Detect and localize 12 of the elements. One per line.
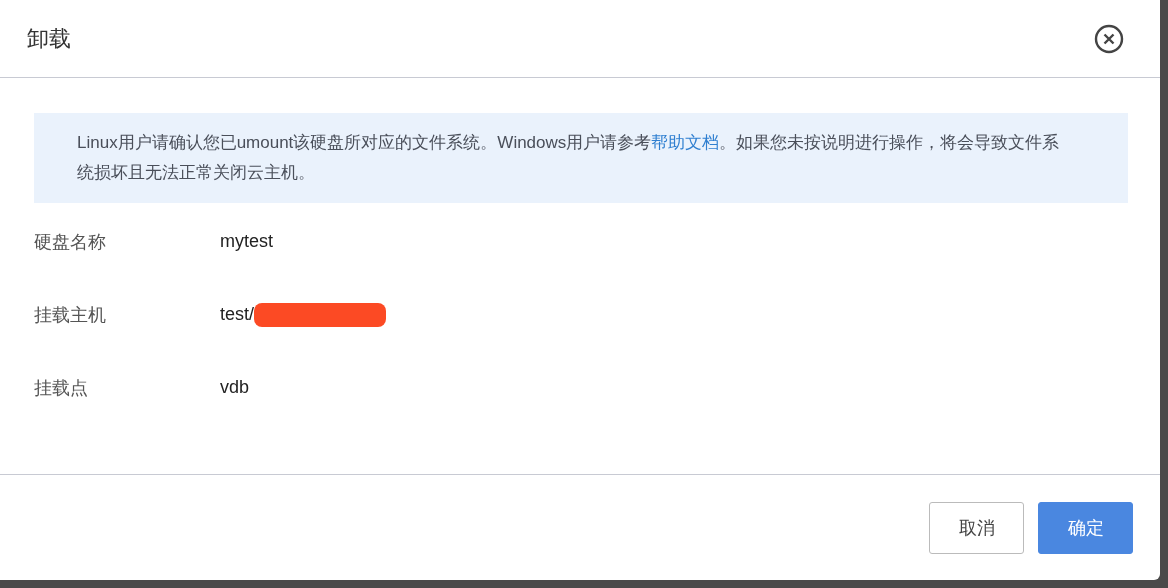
confirm-button[interactable]: 确定 xyxy=(1038,501,1133,554)
field-value: mytest xyxy=(220,231,273,252)
cancel-button[interactable]: 取消 xyxy=(929,501,1024,554)
close-icon[interactable] xyxy=(1094,23,1124,54)
field-value: test/ xyxy=(220,304,254,325)
field-value: vdb xyxy=(220,377,250,398)
notice-text: Linux用户请确认您已umount该硬盘所对应的文件系统。Windows用户请参考帮助文档。如果您未按说明进行操作，将会导致文件系统损坏且无法正常关闭云主机。 xyxy=(34,113,1128,203)
field-label: 硬盘名称 xyxy=(34,230,107,254)
help-link[interactable]: 帮助文档 xyxy=(651,133,720,152)
dialog-title: 卸载 xyxy=(27,24,71,53)
field-label: 挂载主机 xyxy=(34,303,107,327)
field-label: 挂载点 xyxy=(34,376,89,400)
